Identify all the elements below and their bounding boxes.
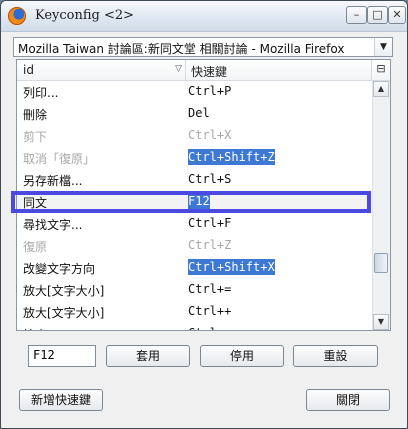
column-header-id-label: id xyxy=(23,63,34,77)
sort-arrow-icon: ▽ xyxy=(175,64,182,74)
shortcut-command-name: 尋找文字... xyxy=(23,218,83,232)
close-window-button[interactable]: ✕ xyxy=(388,6,406,24)
shortcut-command-name: 列印... xyxy=(23,86,59,100)
shortcut-key-value: Ctrl+S xyxy=(188,172,232,186)
chevron-down-icon[interactable]: ▼ xyxy=(374,38,392,56)
column-picker-icon[interactable]: ⊟ xyxy=(371,60,390,80)
column-header-shortcut-label: 快速鍵 xyxy=(191,65,228,79)
list-row[interactable]: 改變文字方向 Ctrl+Shift+X xyxy=(17,257,372,279)
shortcut-command-name: 剪下 xyxy=(23,130,48,144)
shortcut-key-value: Ctrl+Shift+X xyxy=(188,259,275,275)
title-bar[interactable]: Keyconfig <2> – □ ✕ xyxy=(1,1,407,32)
shortcut-key-value: Ctrl+F xyxy=(188,216,232,230)
shortcut-command-name: 同文 xyxy=(23,196,48,210)
shortcut-key-value: Ctrl+X xyxy=(188,128,232,142)
column-header-shortcut[interactable]: 快速鍵 xyxy=(186,60,371,80)
list-row[interactable]: 尋找文字... Ctrl+F xyxy=(17,213,372,235)
shortcut-key-value: Ctrl+= xyxy=(188,282,232,296)
list-row[interactable]: 縮小 Ctrl+- xyxy=(17,323,372,330)
shortcut-command-name: 放大[文字大小] xyxy=(23,284,105,298)
minimize-button[interactable]: – xyxy=(346,6,367,24)
shortcut-key-value: Ctrl+- xyxy=(188,325,231,330)
list-row[interactable]: 放大[文字大小] Ctrl+= xyxy=(17,279,372,301)
shortcut-command-name: 復原 xyxy=(23,240,48,254)
shortcut-list[interactable]: id ▽ 快速鍵 ⊟ 列印... Ctrl+P 刪除 Del 剪下 Ctrl+X 取消「復原… xyxy=(16,59,391,331)
list-row[interactable]: 復原 Ctrl+Z xyxy=(17,235,372,257)
shortcut-command-name: 縮小 xyxy=(23,326,47,330)
shortcut-key-value: F12 xyxy=(188,193,210,209)
vertical-scrollbar[interactable]: ▲ ▼ xyxy=(372,81,390,330)
window-selector-value: Mozilla Taiwan 討論區:新同文堂 相關討論 - Mozilla F… xyxy=(18,42,345,56)
disable-button[interactable]: 停用 xyxy=(200,345,284,367)
list-row[interactable]: 列印... Ctrl+P xyxy=(17,81,372,103)
shortcut-key-value: Ctrl+Z xyxy=(188,238,232,252)
shortcut-command-name: 改變文字方向 xyxy=(23,262,96,276)
shortcut-command-name: 取消「復原」 xyxy=(23,152,96,166)
close-button[interactable]: 關閉 xyxy=(306,389,390,411)
shortcut-key-input[interactable]: F12 xyxy=(28,345,96,367)
list-row[interactable]: 另存新檔... Ctrl+S xyxy=(17,169,372,191)
reset-button[interactable]: 重設 xyxy=(293,345,378,367)
window-selector-dropdown[interactable]: Mozilla Taiwan 討論區:新同文堂 相關討論 - Mozilla F… xyxy=(13,37,393,57)
shortcut-key-value: Ctrl+P xyxy=(188,84,232,98)
list-row[interactable]: 同文 F12 xyxy=(17,191,372,213)
list-row[interactable]: 放大[文字大小] Ctrl++ xyxy=(17,301,372,323)
list-header: id ▽ 快速鍵 ⊟ xyxy=(17,60,390,81)
list-row[interactable]: 刪除 Del xyxy=(17,103,372,125)
list-rows: 列印... Ctrl+P 刪除 Del 剪下 Ctrl+X 取消「復原」 Ctrl+Shift… xyxy=(17,81,372,330)
add-shortcut-button[interactable]: 新增快速鍵 xyxy=(19,389,103,411)
scrollbar-thumb[interactable] xyxy=(374,253,388,273)
window-title: Keyconfig <2> xyxy=(35,8,135,23)
shortcut-command-name: 放大[文字大小] xyxy=(23,306,105,320)
shortcut-key-value: Ctrl++ xyxy=(188,304,232,318)
column-header-id[interactable]: id ▽ xyxy=(17,60,186,80)
list-row[interactable]: 剪下 Ctrl+X xyxy=(17,125,372,147)
list-row[interactable]: 取消「復原」 Ctrl+Shift+Z xyxy=(17,147,372,169)
shortcut-command-name: 刪除 xyxy=(23,108,48,122)
keyconfig-window: Keyconfig <2> – □ ✕ Mozilla Taiwan 討論區:新… xyxy=(0,0,408,429)
scroll-down-icon[interactable]: ▼ xyxy=(373,314,389,330)
apply-button[interactable]: 套用 xyxy=(106,345,190,367)
firefox-icon xyxy=(8,7,26,25)
shortcut-command-name: 另存新檔... xyxy=(23,174,83,188)
shortcut-key-value: Ctrl+Shift+Z xyxy=(188,149,275,165)
scroll-up-icon[interactable]: ▲ xyxy=(373,81,389,97)
maximize-button[interactable]: □ xyxy=(367,6,388,24)
shortcut-key-value: Del xyxy=(188,106,210,120)
